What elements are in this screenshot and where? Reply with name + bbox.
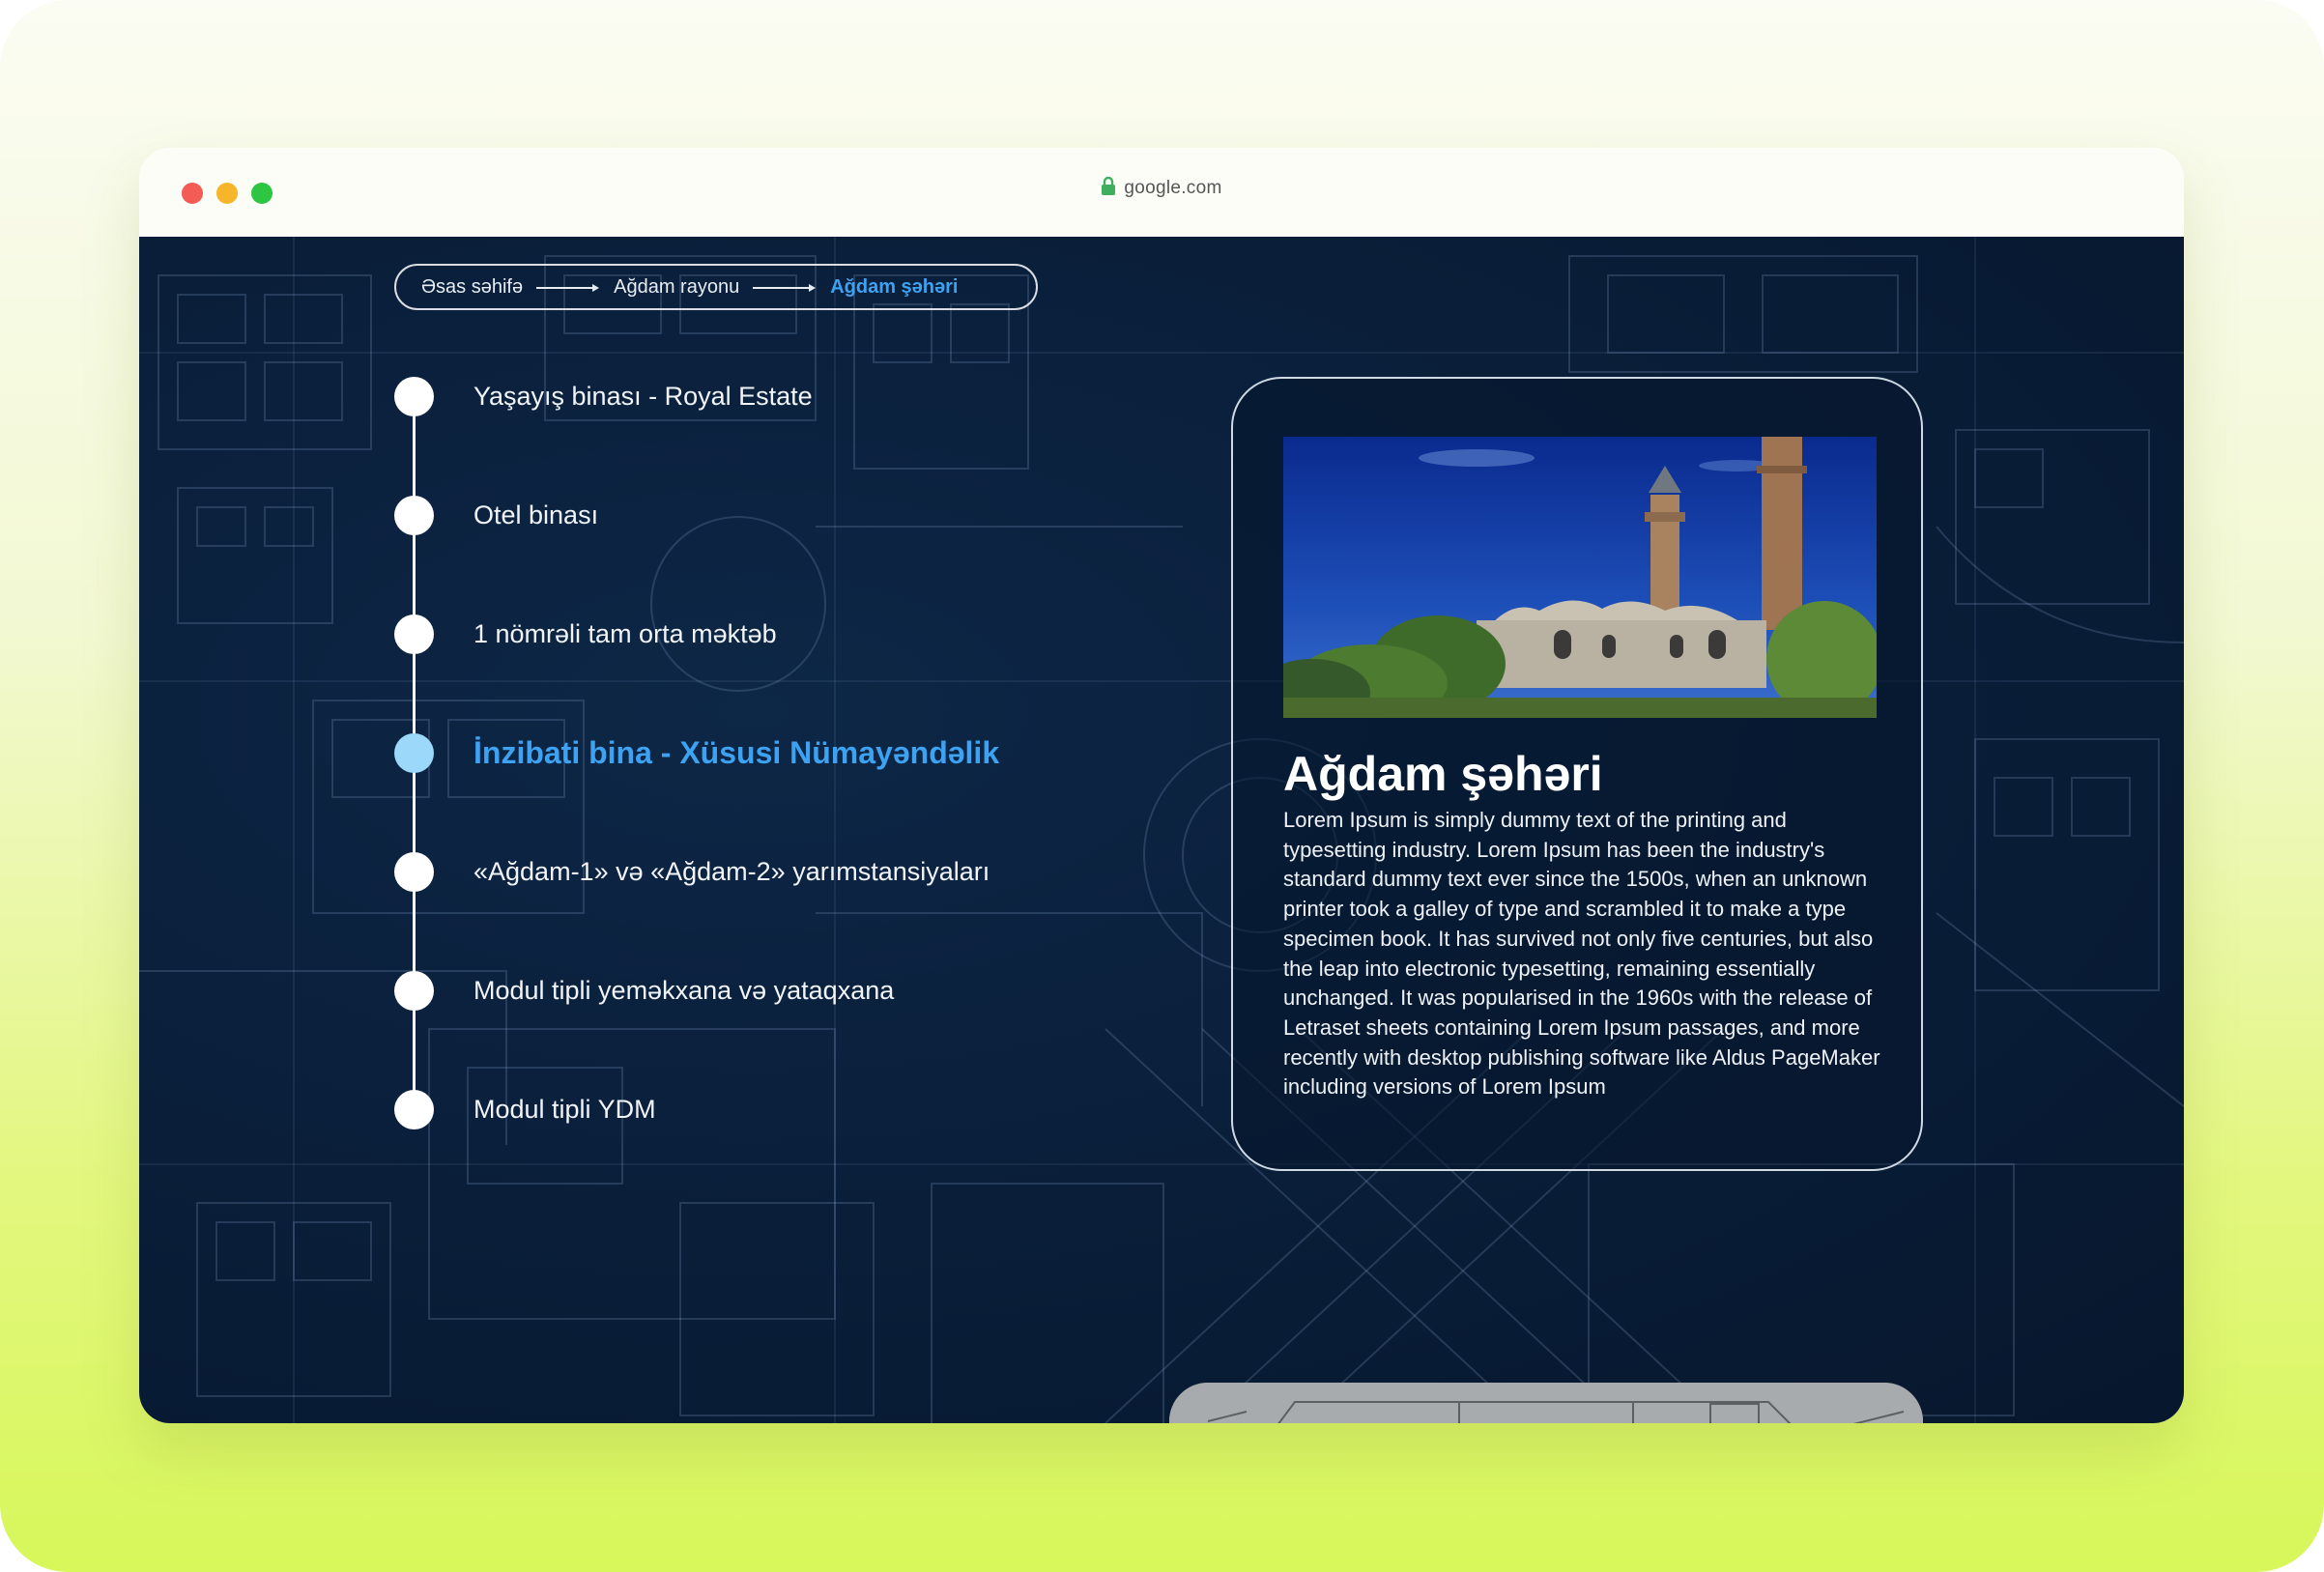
timeline-item-label: Otel binası [473, 500, 599, 529]
mosque-photo [1283, 437, 1877, 718]
address-bar[interactable]: google.com [139, 176, 2184, 202]
lock-icon [1101, 176, 1116, 202]
project-timeline: Yaşayış binası - Royal Estate Otel binas… [139, 237, 1105, 1203]
timeline-item[interactable]: 1 nömrəli tam orta məktəb [394, 614, 777, 654]
timeline-dot [394, 495, 434, 535]
timeline-item[interactable]: Modul tipli YDM [394, 1089, 656, 1129]
timeline-item[interactable]: Otel binası [394, 495, 598, 535]
timeline-item[interactable]: «Ağdam-1» və «Ağdam-2» yarımstansiyaları [394, 851, 990, 892]
timeline-dot [394, 851, 434, 892]
timeline-dot [394, 376, 434, 416]
page-background: google.com Əsas səhifə Ağdam rayonu Ağda… [0, 0, 2324, 1572]
timeline-dot [394, 614, 434, 654]
timeline-item-active[interactable]: İnzibati bina - Xüsusi Nümayəndəlik [394, 732, 999, 773]
timeline-item-label: Yaşayış binası - Royal Estate [473, 381, 813, 411]
map-preview-card[interactable] [1169, 1383, 1923, 1423]
timeline-item-label: 1 nömrəli tam orta məktəb [473, 618, 777, 648]
browser-window: google.com Əsas səhifə Ağdam rayonu Ağda… [139, 148, 2184, 1423]
page-content: Əsas səhifə Ağdam rayonu Ağdam şəhəri Ya… [139, 237, 2184, 1423]
timeline-dot-active [394, 732, 434, 773]
timeline-dot [394, 970, 434, 1011]
timeline-item-label: İnzibati bina - Xüsusi Nümayəndəlik [473, 734, 1000, 770]
card-title: Ağdam şəhəri [1283, 747, 1603, 801]
browser-chrome: google.com [139, 148, 2184, 237]
timeline-dot [394, 1089, 434, 1129]
timeline-item-label: Modul tipli YDM [473, 1094, 656, 1124]
card-description: Lorem Ipsum is simply dummy text of the … [1283, 808, 1880, 1100]
info-card: Ağdam şəhəri Lorem Ipsum is simply dummy… [1231, 377, 1923, 1171]
url-text: google.com [1124, 178, 1222, 198]
timeline-item-label: Modul tipli yeməkxana və yataqxana [473, 975, 895, 1005]
timeline-item[interactable]: Yaşayış binası - Royal Estate [394, 376, 813, 416]
timeline-item-label: «Ağdam-1» və «Ağdam-2» yarımstansiyaları [473, 856, 990, 886]
timeline-item[interactable]: Modul tipli yeməkxana və yataqxana [394, 970, 894, 1011]
